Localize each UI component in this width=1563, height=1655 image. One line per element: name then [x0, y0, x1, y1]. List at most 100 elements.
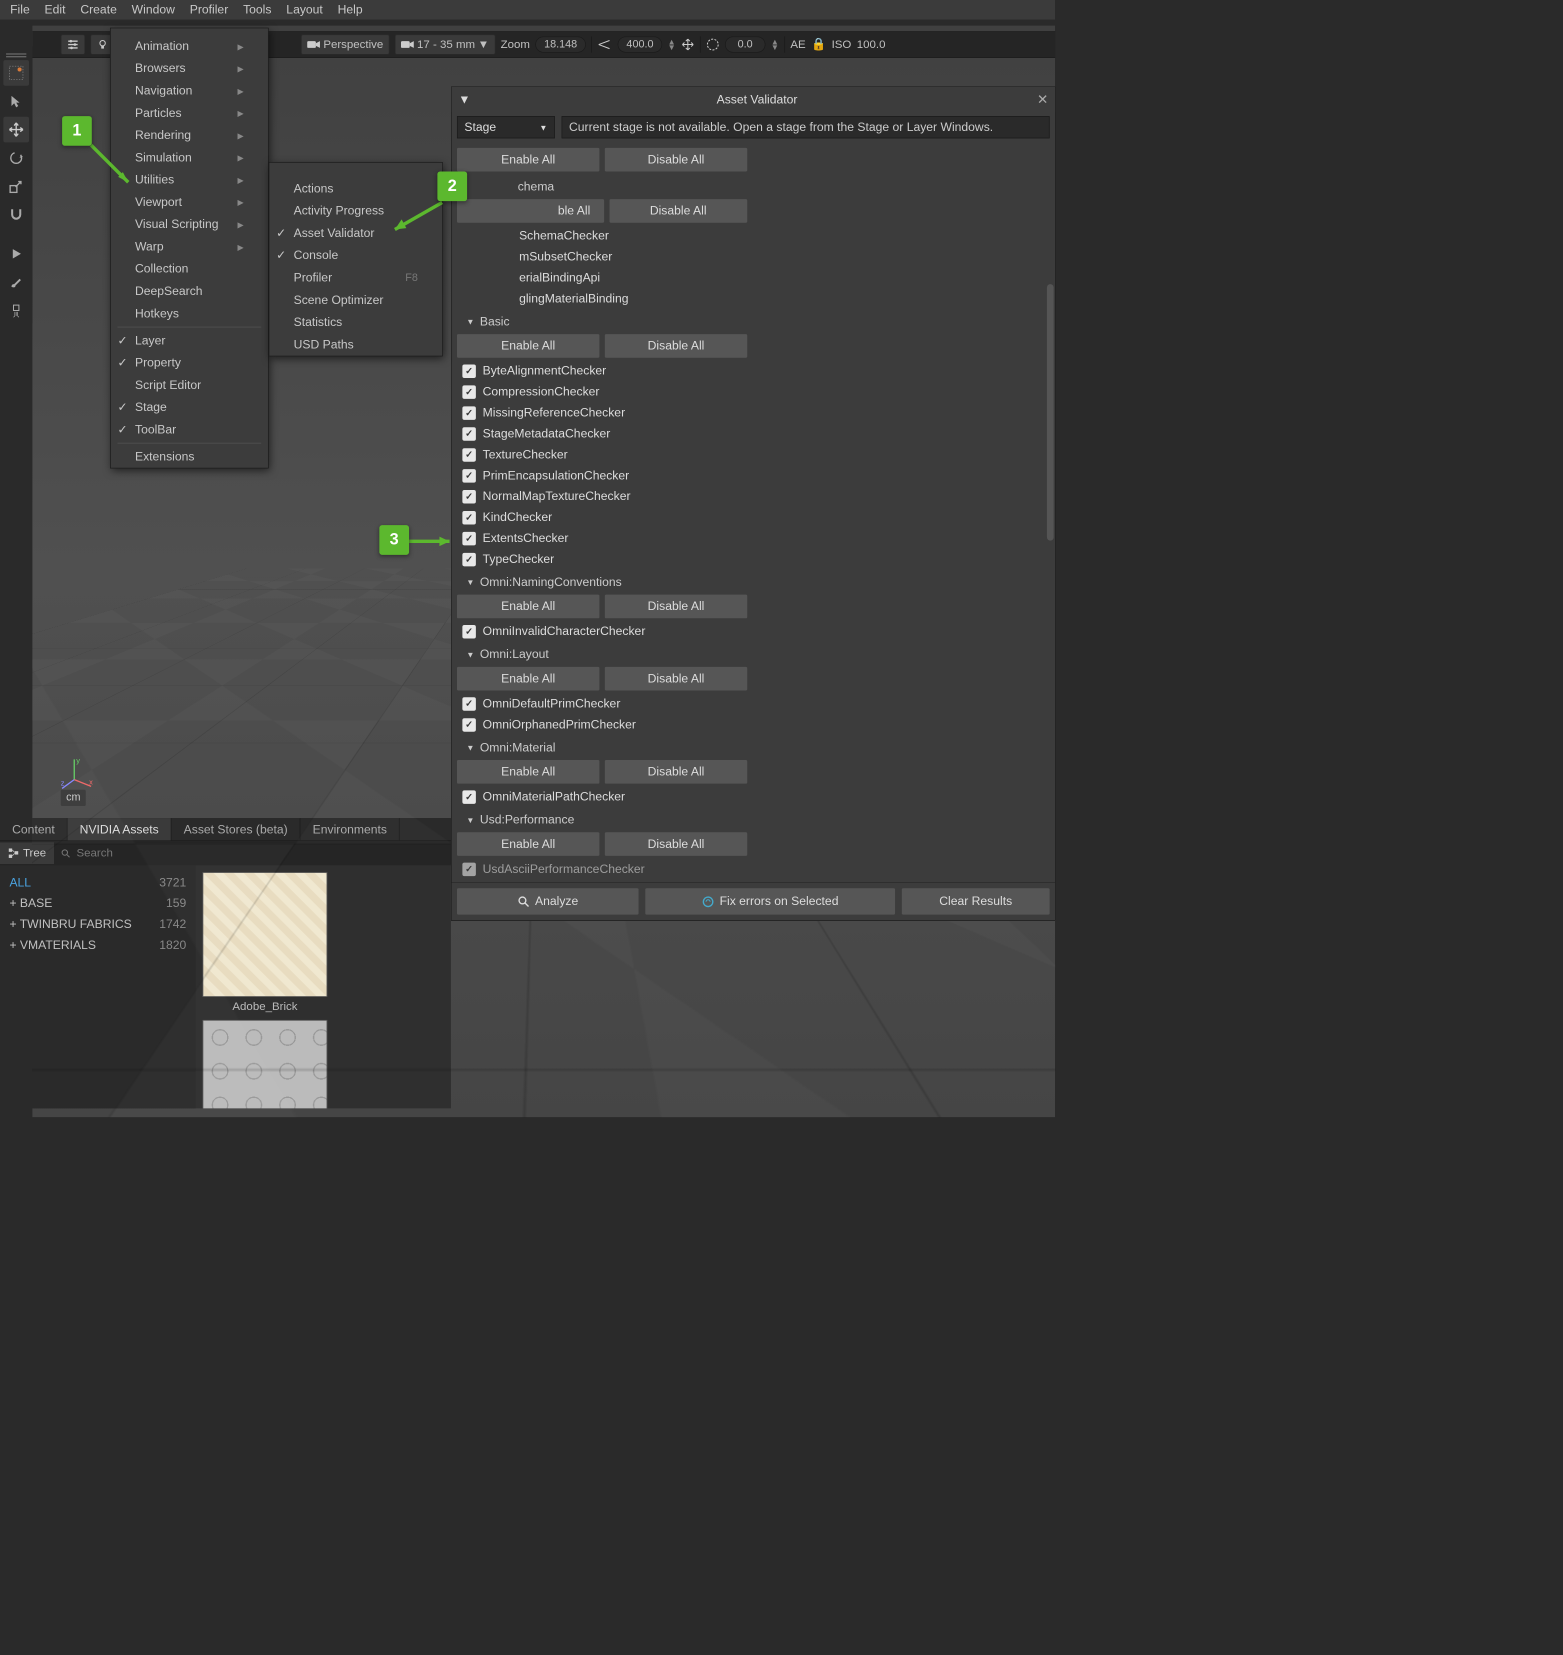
settings-btn[interactable] [61, 34, 85, 54]
tree-item[interactable]: + TWINBRU FABRICS1742 [7, 914, 189, 935]
iso-value[interactable]: 100.0 [857, 37, 886, 51]
chevron-down-icon[interactable]: ▼ [466, 815, 474, 824]
fov-value[interactable]: 400.0 [618, 36, 663, 52]
checker-ByteAlignmentChecker[interactable]: ✓ByteAlignmentChecker [457, 360, 1044, 381]
menu-file[interactable]: File [3, 0, 36, 20]
checkbox-icon[interactable]: ✓ [462, 552, 476, 566]
menu-navigation[interactable]: Navigation▶ [111, 80, 268, 102]
checkbox-icon[interactable]: ✓ [462, 469, 476, 483]
menu-animation[interactable]: Animation▶ [111, 35, 268, 57]
disable-all-button[interactable]: Disable All [605, 760, 747, 784]
zoom-value[interactable]: 18.148 [535, 36, 586, 52]
asset-thumb[interactable]: Adobe_Octagon_D [203, 1020, 328, 1108]
spinner-icon[interactable]: ▲▼ [771, 39, 779, 50]
menu-browsers[interactable]: Browsers▶ [111, 57, 268, 79]
menu-layout[interactable]: Layout [280, 0, 330, 20]
checker-MissingReferenceChecker[interactable]: ✓MissingReferenceChecker [457, 402, 1044, 423]
checkbox-icon[interactable]: ✓ [462, 406, 476, 420]
menu-layer[interactable]: ✓Layer [111, 329, 268, 351]
tab-asset-stores[interactable]: Asset Stores (beta) [172, 818, 301, 840]
tool-select-box[interactable] [3, 60, 29, 86]
asset-thumb[interactable]: Adobe_Brick [203, 872, 328, 1013]
tab-content[interactable]: Content [0, 818, 68, 840]
lens-select[interactable]: 17 - 35 mm ▼ [395, 34, 495, 54]
checker-UsdAsciiPerformanceChecker[interactable]: ✓UsdAsciiPerformanceChecker [457, 859, 1044, 880]
checkbox-icon[interactable]: ✓ [462, 448, 476, 462]
menu-extensions[interactable]: Extensions [111, 446, 268, 468]
checker-partial[interactable]: SchemaChecker [514, 225, 1045, 246]
disable-all-button[interactable]: Disable All [605, 667, 747, 691]
tool-move[interactable] [3, 117, 29, 143]
tree-item[interactable]: + VMATERIALS1820 [7, 935, 189, 956]
disable-all-button[interactable]: Disable All [605, 832, 747, 856]
menu-stage[interactable]: ✓Stage [111, 396, 268, 418]
enable-all-button[interactable]: Enable All [457, 760, 599, 784]
checkbox-icon[interactable]: ✓ [462, 625, 476, 639]
disable-all-button[interactable]: Disable All [609, 199, 747, 223]
menu-edit[interactable]: Edit [38, 0, 72, 20]
disable-all-button[interactable]: Disable All [605, 595, 747, 619]
tool-play[interactable] [3, 241, 29, 267]
tool-rotate[interactable] [3, 145, 29, 171]
checker-partial[interactable]: glingMaterialBinding [514, 288, 1045, 309]
menu-collection[interactable]: Collection [111, 258, 268, 280]
menu-profiler[interactable]: Profiler [183, 0, 235, 20]
menu-hotkeys[interactable]: Hotkeys [111, 302, 268, 324]
checker-PrimEncapsulationChecker[interactable]: ✓PrimEncapsulationChecker [457, 465, 1044, 486]
checkbox-icon[interactable]: ✓ [462, 511, 476, 525]
tool-snap[interactable] [3, 202, 29, 228]
enable-all-button[interactable]: Enable All [457, 148, 599, 172]
checkbox-icon[interactable]: ✓ [462, 364, 476, 378]
menu-toolbar[interactable]: ✓ToolBar [111, 419, 268, 441]
axis-gizmo[interactable]: yxz [61, 756, 95, 790]
menu-scene-optimizer[interactable]: Scene Optimizer [269, 289, 442, 311]
menu-property[interactable]: ✓Property [111, 352, 268, 374]
chevron-down-icon[interactable]: ▼ [466, 317, 474, 326]
checker-partial[interactable]: mSubsetChecker [514, 246, 1045, 267]
checkbox-icon[interactable]: ✓ [462, 718, 476, 732]
close-icon[interactable]: ✕ [1037, 91, 1048, 108]
tool-pointer[interactable] [3, 88, 29, 114]
checker-partial[interactable]: erialBindingApi [514, 267, 1045, 288]
menu-window[interactable]: Window [125, 0, 182, 20]
tool-brush[interactable] [3, 269, 29, 295]
menu-particles[interactable]: Particles▶ [111, 102, 268, 124]
scrollbar[interactable] [1047, 284, 1054, 540]
chevron-down-icon[interactable]: ▼ [466, 577, 474, 586]
checker-OmniMaterialPathChecker[interactable]: ✓OmniMaterialPathChecker [457, 786, 1044, 807]
exposure-value[interactable]: 0.0 [725, 36, 766, 52]
menu-help[interactable]: Help [331, 0, 369, 20]
ae-label[interactable]: AE [790, 37, 805, 51]
checker-OmniDefaultPrimChecker[interactable]: ✓OmniDefaultPrimChecker [457, 693, 1044, 714]
menu-tools[interactable]: Tools [236, 0, 278, 20]
menu-deepsearch[interactable]: DeepSearch [111, 280, 268, 302]
menu-create[interactable]: Create [74, 0, 124, 20]
checker-NormalMapTextureChecker[interactable]: ✓NormalMapTextureChecker [457, 486, 1044, 507]
checker-ExtentsChecker[interactable]: ✓ExtentsChecker [457, 528, 1044, 549]
checker-TextureChecker[interactable]: ✓TextureChecker [457, 444, 1044, 465]
enable-all-button[interactable]: Enable All [457, 334, 599, 358]
tree-toggle[interactable]: Tree [0, 842, 54, 864]
enable-all-button[interactable]: ble All [457, 199, 604, 223]
checker-CompressionChecker[interactable]: ✓CompressionChecker [457, 381, 1044, 402]
tab-environments[interactable]: Environments [300, 818, 399, 840]
checker-KindChecker[interactable]: ✓KindChecker [457, 507, 1044, 528]
camera-select[interactable]: Perspective [301, 34, 389, 54]
enable-all-button[interactable]: Enable All [457, 832, 599, 856]
menu-visual-scripting[interactable]: Visual Scripting▶ [111, 213, 268, 235]
menu-statistics[interactable]: Statistics [269, 311, 442, 333]
move-icon[interactable] [681, 37, 695, 51]
analyze-button[interactable]: Analyze [457, 888, 639, 914]
chevron-down-icon[interactable]: ▼ [466, 743, 474, 752]
search-input[interactable]: Search [54, 842, 451, 864]
checkbox-icon[interactable]: ✓ [462, 697, 476, 711]
checkbox-icon[interactable]: ✓ [462, 532, 476, 546]
fix-button[interactable]: Fix errors on Selected [645, 888, 895, 914]
menu-warp[interactable]: Warp▶ [111, 236, 268, 258]
tree-item[interactable]: ALL3721 [7, 872, 189, 893]
checker-StageMetadataChecker[interactable]: ✓StageMetadataChecker [457, 423, 1044, 444]
checkbox-icon[interactable]: ✓ [462, 385, 476, 399]
checkbox-icon[interactable]: ✓ [462, 427, 476, 441]
enable-all-button[interactable]: Enable All [457, 667, 599, 691]
collapse-icon[interactable]: ▼ [458, 92, 470, 106]
